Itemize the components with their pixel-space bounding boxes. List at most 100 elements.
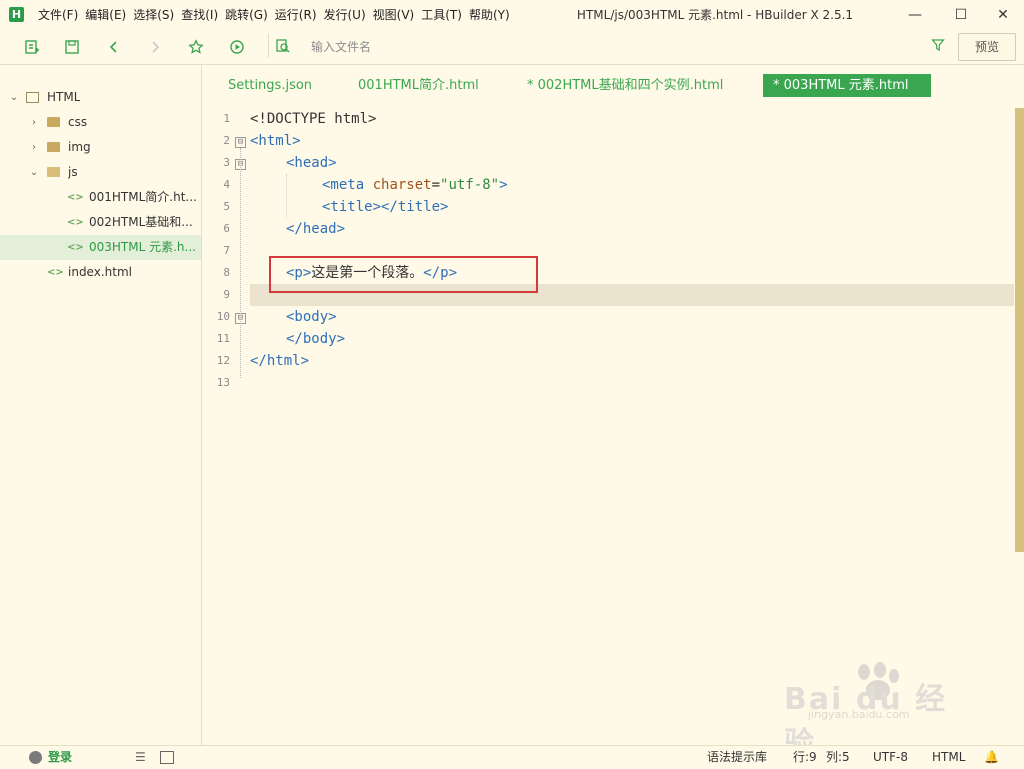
file-search-input[interactable] [309,37,873,57]
html-file-icon: <> [67,192,84,203]
status-bar: 登录 ☰ 语法提示库 行:9 列:5 UTF-8 HTML 🔔 [0,745,1024,769]
code-line-5: <title></title> [322,196,448,218]
head-close-tag: </head> [286,221,346,237]
html-close-tag: </html> [250,353,310,369]
code-line-2: <html> [250,130,301,152]
line-number: 5 [223,200,230,213]
line-number: 2 [223,134,230,147]
preview-button[interactable]: 预览 [958,33,1016,61]
line-number: 3 [223,156,230,169]
tree-item-file-003[interactable]: <> 003HTML 元素.h... [0,235,201,260]
file-search-icon [275,38,291,57]
line-number: 11 [216,332,230,345]
list-icon[interactable]: ☰ [135,746,146,769]
code-line-11: </body> [286,328,345,350]
maximize-button[interactable]: ☐ [938,0,984,30]
line-number: 10 [216,310,230,323]
chevron-down-icon[interactable]: ⌄ [28,160,40,185]
minimize-button[interactable]: — [892,0,938,30]
new-file-icon[interactable] [22,37,42,57]
chevron-right-icon[interactable]: › [28,135,40,160]
back-icon[interactable] [104,37,124,57]
tree-item-file-002[interactable]: <> 002HTML基础和... [0,210,201,235]
menu-goto[interactable]: 跳转(G) [225,0,275,30]
menu-run[interactable]: 运行(R) [275,0,324,30]
html-file-icon: <> [47,267,64,278]
html-file-icon: <> [67,217,84,228]
code-line-6: </head> [286,218,345,240]
menu-find[interactable]: 查找(I) [181,0,225,30]
run-icon[interactable] [227,37,247,57]
head-open-tag: <head> [286,155,337,171]
editor-scrollbar[interactable] [1015,108,1024,552]
watermark-url: jingyan.baidu.com [808,708,910,721]
line-number: 9 [223,288,230,301]
line-number: 4 [223,178,230,191]
tab-002-html[interactable]: * 002HTML基础和四个实例.html [527,74,723,97]
code-editor[interactable]: 1 2 3 4 5 6 7 8 9 10 11 12 13 ⊟ ⊟ ⊟ <!DO… [202,108,1014,744]
doctype-token: <!DOCTYPE html> [250,111,377,127]
tree-label: index.html [68,265,132,279]
bell-icon[interactable]: 🔔 [984,746,999,769]
chevron-down-icon[interactable]: ⌄ [8,85,20,110]
close-button[interactable]: ✕ [980,0,1024,30]
chevron-right-icon[interactable]: › [28,110,40,135]
cursor-row: 行:9 [793,750,817,764]
line-number: 6 [223,222,230,235]
code-line-4: <meta charset="utf-8"> [322,174,508,196]
project-icon [26,92,39,103]
filter-icon[interactable] [931,38,945,55]
user-avatar-icon [29,751,42,764]
encoding[interactable]: UTF-8 [873,746,908,769]
terminal-icon[interactable] [160,751,174,764]
tab-settings-json[interactable]: Settings.json [228,74,312,97]
star-icon[interactable] [186,37,206,57]
meta-tag: <meta [322,177,365,193]
language-mode[interactable]: HTML [932,746,965,769]
tree-item-js[interactable]: ⌄ js [0,160,201,185]
menu-publish[interactable]: 发行(U) [324,0,373,30]
fold-toggle-icon[interactable]: ⊟ [235,137,246,148]
tree-item-css[interactable]: › css [0,110,201,135]
tree-item-file-001[interactable]: <> 001HTML简介.ht... [0,185,201,210]
line-number: 7 [223,244,230,257]
line-number: 13 [216,376,230,389]
cursor-col: 列:5 [826,750,850,764]
tree-item-index[interactable]: <> index.html [0,260,201,285]
code-line-1: <!DOCTYPE html> [250,108,376,130]
menu-file[interactable]: 文件(F) [38,0,85,30]
tree-label: css [68,115,88,129]
file-search-box [268,34,949,58]
code-line-3: <head> [286,152,337,174]
forward-icon[interactable] [145,37,165,57]
code-line-10: <body> [286,306,337,328]
tree-label: img [68,140,91,154]
login-link[interactable]: 登录 [48,746,72,769]
tab-003-html[interactable]: * 003HTML 元素.html [763,74,931,97]
menu-edit[interactable]: 编辑(E) [85,0,133,30]
html-file-icon: <> [67,242,84,253]
menu-view[interactable]: 视图(V) [373,0,422,30]
window-title: HTML/js/003HTML 元素.html - HBuilder X 2.5… [576,8,854,22]
body-close-tag: </body> [286,331,346,347]
tree-item-img[interactable]: › img [0,135,201,160]
indent-guide [286,174,288,218]
tree-item-html-root[interactable]: ⌄ HTML [0,85,201,110]
menu-help[interactable]: 帮助(Y) [469,0,517,30]
folder-open-icon [47,167,60,177]
tree-label: js [68,165,78,179]
editor-tabs: Settings.json 001HTML简介.html * 002HTML基础… [202,65,1024,105]
menu-tools[interactable]: 工具(T) [421,0,469,30]
tree-label: 001HTML简介.ht... [89,190,197,204]
line-number: 8 [223,266,230,279]
tab-001-html[interactable]: 001HTML简介.html [358,74,479,97]
menu-bar: 文件(F) 编辑(E) 选择(S) 查找(I) 跳转(G) 运行(R) 发行(U… [38,0,517,30]
charset-attr: charset [372,177,432,193]
hbuilder-logo-icon: H [9,7,24,22]
menu-select[interactable]: 选择(S) [133,0,181,30]
annotation-highlight-box [269,256,538,293]
tree-label: 003HTML 元素.h... [89,240,196,254]
syntax-library[interactable]: 语法提示库 [707,746,767,769]
save-icon[interactable] [62,37,82,57]
folder-icon [47,117,60,127]
